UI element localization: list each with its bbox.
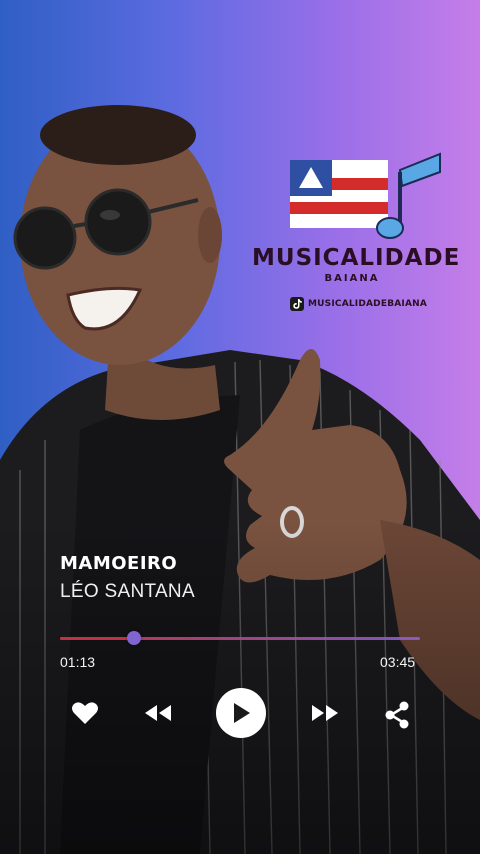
share-button[interactable]	[383, 700, 411, 730]
tiktok-handle-label: MUSICALIDADEBAIANA	[308, 299, 428, 309]
current-time: 01:13	[60, 654, 96, 670]
share-icon	[385, 701, 409, 729]
next-button[interactable]	[309, 700, 341, 726]
heart-icon	[72, 702, 98, 724]
brand-logo-block: MUSICALIDADE BAIANA MUSICALIDADEBAIANA	[252, 150, 461, 320]
progress-played	[60, 637, 134, 640]
progress-bar[interactable]	[60, 631, 420, 645]
play-icon	[234, 703, 250, 723]
tiktok-icon	[290, 297, 304, 311]
music-player-screen: MUSICALIDADE BAIANA MUSICALIDADEBAIANA M…	[0, 0, 480, 854]
bahia-flag-note-logo	[290, 152, 441, 239]
fast-forward-icon	[312, 705, 338, 721]
like-button[interactable]	[70, 700, 100, 726]
brand-title: MUSICALIDADE	[252, 245, 461, 271]
brand-subtitle: BAIANA	[324, 273, 380, 284]
tiktok-handle[interactable]: MUSICALIDADEBAIANA	[290, 297, 427, 311]
song-artist: LÉO SANTANA	[60, 581, 195, 602]
progress-thumb[interactable]	[126, 631, 141, 645]
previous-button[interactable]	[142, 700, 174, 726]
song-title: MAMOEIRO	[60, 553, 178, 574]
rewind-icon	[145, 705, 171, 721]
play-button[interactable]	[216, 688, 266, 738]
total-time: 03:45	[380, 654, 416, 670]
